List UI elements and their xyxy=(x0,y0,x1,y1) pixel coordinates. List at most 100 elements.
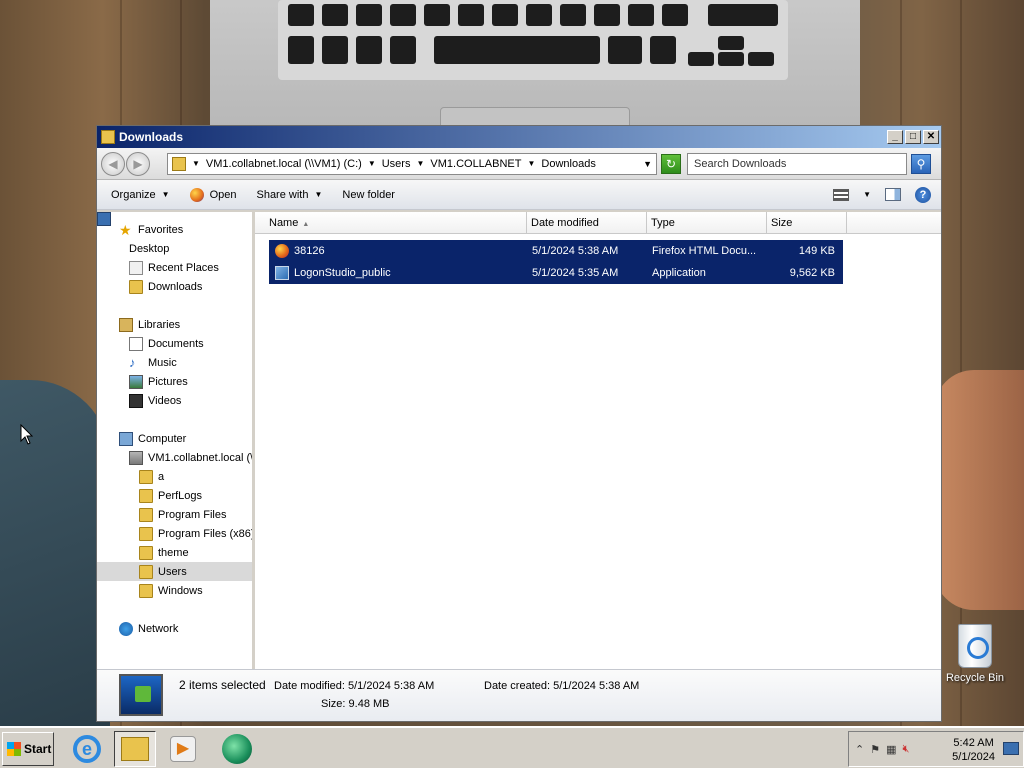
nav-folder-theme[interactable]: theme xyxy=(97,543,252,562)
title-bar[interactable]: Downloads _ □ ✕ xyxy=(97,126,941,148)
share-with-button[interactable]: Share with ▼ xyxy=(256,189,322,201)
media-player-button[interactable]: ▶ xyxy=(162,731,204,767)
folder-icon xyxy=(101,130,115,144)
pictures-icon xyxy=(129,374,143,389)
internet-explorer-button[interactable]: e xyxy=(66,731,108,767)
close-button[interactable]: ✕ xyxy=(923,130,939,144)
breadcrumb-user[interactable]: VM1.COLLABNET xyxy=(430,158,521,170)
minimize-button[interactable]: _ xyxy=(887,130,903,144)
chevron-right-icon[interactable]: ▼ xyxy=(527,159,535,168)
chevron-down-icon: ▼ xyxy=(314,190,323,199)
address-bar[interactable]: ▼ VM1.collabnet.local (\\VM1) (C:) ▼ Use… xyxy=(167,152,657,175)
nav-documents[interactable]: Documents xyxy=(97,334,252,353)
action-center-flag-icon[interactable]: ⚑ xyxy=(870,743,880,756)
nav-libraries[interactable]: Libraries xyxy=(97,315,252,334)
documents-icon xyxy=(129,336,143,351)
folder-icon xyxy=(172,156,186,171)
date-modified-detail: Date modified: 5/1/2024 5:38 AM xyxy=(274,680,435,692)
help-icon[interactable]: ? xyxy=(915,186,931,203)
nav-folder-program-files-x86[interactable]: Program Files (x86) xyxy=(97,524,252,543)
command-bar: Organize ▼ Open Share with ▼ New folder … xyxy=(97,180,941,210)
nav-folder-perflogs[interactable]: PerfLogs xyxy=(97,486,252,505)
chevron-down-icon[interactable]: ▼ xyxy=(643,159,652,169)
forward-button[interactable]: ▶ xyxy=(126,151,150,176)
folder-icon xyxy=(139,507,153,522)
search-input[interactable]: Search Downloads xyxy=(687,152,907,175)
network-icon xyxy=(119,621,133,636)
show-hidden-icons-icon[interactable]: ⌃ xyxy=(855,743,864,756)
new-folder-button[interactable]: New folder xyxy=(342,189,395,201)
search-icon[interactable]: ⚲ xyxy=(911,153,931,174)
start-button[interactable]: Start xyxy=(2,732,54,766)
videos-icon xyxy=(129,393,143,408)
column-type[interactable]: Type xyxy=(647,212,767,233)
nav-downloads[interactable]: Downloads xyxy=(97,277,252,296)
clock[interactable]: 5:42 AM 5/1/2024 xyxy=(952,736,995,764)
open-label: Open xyxy=(209,188,237,201)
internet-explorer-icon: e xyxy=(73,735,101,763)
application-icon xyxy=(275,266,289,280)
column-date-modified[interactable]: Date modified xyxy=(527,212,647,233)
nav-pictures[interactable]: Pictures xyxy=(97,372,252,391)
selection-count: 2 items selected xyxy=(179,678,266,692)
chevron-right-icon[interactable]: ▼ xyxy=(416,159,424,168)
maximize-button[interactable]: □ xyxy=(905,130,921,144)
file-type: Firefox HTML Docu... xyxy=(652,245,757,257)
windows-logo-icon xyxy=(7,742,21,756)
nav-drive[interactable]: VM1.collabnet.local (\\ xyxy=(97,448,252,467)
chevron-down-icon[interactable]: ▼ xyxy=(863,190,871,199)
clock-date: 5/1/2024 xyxy=(952,751,995,763)
open-button[interactable]: Open xyxy=(189,187,237,202)
windows-explorer-button[interactable] xyxy=(114,731,156,767)
windows-explorer-icon xyxy=(121,737,149,761)
nav-folder-windows[interactable]: Windows xyxy=(97,581,252,600)
sort-ascending-icon: ▲ xyxy=(302,221,310,228)
nav-network[interactable]: Network xyxy=(97,619,252,638)
nav-recent-places[interactable]: Recent Places xyxy=(97,258,252,277)
column-name[interactable]: Name ▲ xyxy=(255,212,527,233)
nav-computer[interactable]: Computer xyxy=(97,429,252,448)
search-placeholder: Search Downloads xyxy=(694,157,787,170)
pinned-app-button[interactable] xyxy=(216,731,258,767)
nav-folder-program-files[interactable]: Program Files xyxy=(97,505,252,524)
recycle-bin-label: Recycle Bin xyxy=(945,672,1005,684)
back-button[interactable]: ◀ xyxy=(101,151,125,176)
recycle-bin[interactable]: Recycle Bin xyxy=(944,624,1006,684)
folder-icon xyxy=(139,564,153,579)
breadcrumb-downloads[interactable]: Downloads xyxy=(541,158,595,170)
organize-button[interactable]: Organize ▼ xyxy=(111,189,170,201)
breadcrumb-users[interactable]: Users xyxy=(382,158,411,170)
breadcrumb-drive[interactable]: VM1.collabnet.local (\\VM1) (C:) xyxy=(206,158,362,170)
address-bar-row: ◀ ▶ ▼ VM1.collabnet.local (\\VM1) (C:) ▼… xyxy=(97,148,941,180)
nav-desktop[interactable]: Desktop xyxy=(97,212,252,258)
clock-time: 5:42 AM xyxy=(953,737,994,749)
folder-icon xyxy=(139,583,153,598)
nav-music[interactable]: ♪ Music xyxy=(97,353,252,372)
file-list: Name ▲ Date modified Type Size 38126 5/1/… xyxy=(255,212,941,669)
taskbar: Start e ▶ ⌃ ⚑ ▦ 🔇︎ 5:42 AM 5/1/2024 xyxy=(0,726,1024,768)
file-row[interactable]: 38126 5/1/2024 5:38 AM Firefox HTML Docu… xyxy=(269,240,843,262)
background-laptop xyxy=(210,0,860,135)
column-size[interactable]: Size xyxy=(767,212,847,233)
recent-places-icon xyxy=(129,260,143,275)
show-desktop-icon[interactable] xyxy=(1003,742,1019,755)
organize-label: Organize xyxy=(111,188,156,201)
network-status-icon[interactable]: ▦ xyxy=(886,743,896,756)
nav-videos[interactable]: Videos xyxy=(97,391,252,410)
chevron-right-icon[interactable]: ▼ xyxy=(368,159,376,168)
nav-favorites[interactable]: ★ Favorites xyxy=(97,220,252,239)
refresh-button[interactable]: ↻ xyxy=(661,153,681,174)
volume-muted-icon[interactable]: 🔇︎ xyxy=(903,743,910,756)
nav-folder-a[interactable]: a xyxy=(97,467,252,486)
explorer-body: ★ Favorites Desktop Recent Places Downlo… xyxy=(97,212,941,669)
size-detail: Size: 9.48 MB xyxy=(321,698,390,710)
file-row[interactable]: LogonStudio_public 5/1/2024 5:35 AM Appl… xyxy=(269,262,843,284)
file-type: Application xyxy=(652,267,706,279)
firefox-html-icon xyxy=(275,244,289,258)
chevron-right-icon[interactable]: ▼ xyxy=(192,159,200,168)
folder-icon xyxy=(139,526,153,541)
nav-folder-users[interactable]: Users xyxy=(97,562,252,581)
preview-pane-icon[interactable] xyxy=(885,188,901,201)
view-options-icon[interactable] xyxy=(833,188,850,201)
file-name: LogonStudio_public xyxy=(294,267,391,279)
